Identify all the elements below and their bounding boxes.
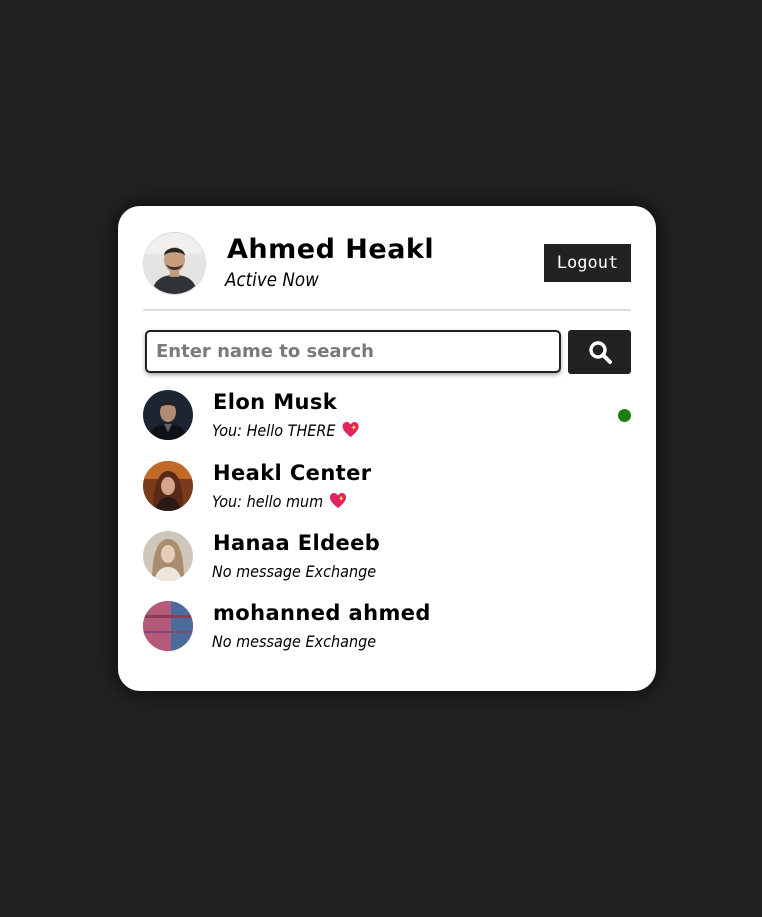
user-message-text: You: Hello THERE <box>212 421 336 440</box>
logout-button[interactable]: Logout <box>544 244 631 282</box>
user-last-message: No message Exchange <box>212 632 376 651</box>
user-message-text: No message Exchange <box>212 632 377 651</box>
user-name: mohanned ahmed <box>213 601 431 625</box>
chat-users-card: Ahmed Heakl Active Now Logout Elon Musk <box>118 206 656 691</box>
user-row-elon-musk[interactable]: Elon Musk You: Hello THERE <box>143 390 631 444</box>
user-avatar <box>143 461 193 511</box>
user-message-text: No message Exchange <box>212 562 377 581</box>
sparkling-heart-icon <box>342 422 359 438</box>
header-divider <box>143 309 631 311</box>
user-row-hanaa-eldeeb[interactable]: Hanaa Eldeeb No message Exchange <box>143 531 631 585</box>
user-avatar <box>143 601 193 651</box>
online-status-dot <box>618 409 631 422</box>
user-row-mohanned-ahmed[interactable]: mohanned ahmed No message Exchange <box>143 601 631 655</box>
user-last-message: You: Hello THERE <box>212 421 359 440</box>
user-message-text: You: hello mum <box>212 492 324 511</box>
profile-avatar <box>143 232 206 295</box>
user-row-heakl-center[interactable]: Heakl Center You: hello mum <box>143 461 631 515</box>
user-name: Heakl Center <box>213 461 372 485</box>
user-last-message: You: hello mum <box>212 492 347 511</box>
profile-header: Ahmed Heakl Active Now Logout <box>143 232 631 296</box>
search-input[interactable] <box>145 330 561 373</box>
user-name: Hanaa Eldeeb <box>213 531 381 555</box>
search-button[interactable] <box>568 330 631 374</box>
user-avatar <box>143 390 193 440</box>
user-avatar <box>143 531 193 581</box>
profile-status: Active Now <box>225 269 319 291</box>
user-last-message: No message Exchange <box>212 562 376 581</box>
search-icon <box>589 341 612 364</box>
user-name: Elon Musk <box>213 390 338 414</box>
profile-name: Ahmed Heakl <box>227 234 435 265</box>
sparkling-heart-icon <box>330 493 347 509</box>
